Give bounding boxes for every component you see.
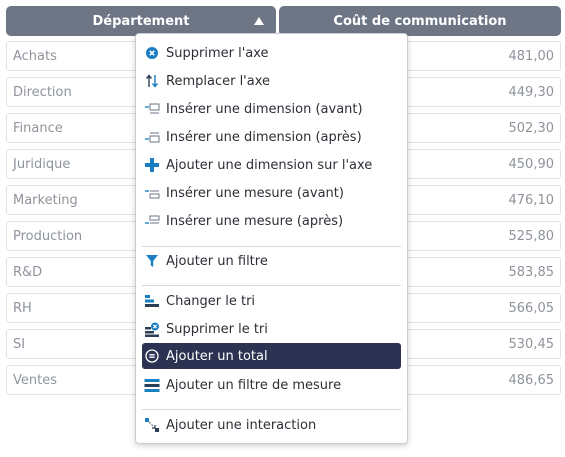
- menu-item-label: Changer le tri: [166, 293, 256, 309]
- plus-icon: [144, 157, 160, 173]
- menu-item-label: Ajouter un filtre: [166, 253, 268, 269]
- insert-after-icon: [144, 129, 160, 145]
- header-cost-label: Coût de communication: [333, 13, 507, 29]
- menu-item-add-total[interactable]: Ajouter un total: [142, 343, 401, 369]
- total-icon: [144, 348, 160, 364]
- menu-item-label: Supprimer le tri: [166, 321, 268, 337]
- menu-separator: [142, 246, 401, 247]
- swap-vertical-icon: [144, 73, 160, 89]
- menu-item-label: Ajouter une interaction: [166, 417, 317, 433]
- menu-item-add-filter[interactable]: Ajouter un filtre: [142, 248, 401, 274]
- menu-item-label: Ajouter un total: [166, 348, 268, 364]
- menu-item-change-sort[interactable]: Changer le tri: [142, 288, 401, 314]
- sort-icon: [144, 293, 160, 309]
- menu-item-insert-measure-before[interactable]: Insérer une mesure (avant): [142, 180, 401, 206]
- menu-item-label: Remplacer l'axe: [166, 73, 271, 89]
- menu-item-label: Supprimer l'axe: [166, 45, 269, 61]
- context-menu: Supprimer l'axe Remplacer l'axe Insérer …: [135, 33, 408, 444]
- menu-item-label: Insérer une dimension (avant): [166, 101, 363, 117]
- menu-item-label: Ajouter un filtre de mesure: [166, 377, 342, 393]
- menu-item-insert-dimension-after[interactable]: Insérer une dimension (après): [142, 124, 401, 150]
- menu-item-add-dimension-on-axis[interactable]: Ajouter une dimension sur l'axe: [142, 152, 401, 178]
- insert-after-icon: [144, 213, 160, 229]
- menu-item-insert-dimension-before[interactable]: Insérer une dimension (avant): [142, 96, 401, 122]
- insert-before-icon: [144, 101, 160, 117]
- interaction-icon: [144, 417, 160, 433]
- insert-before-icon: [144, 185, 160, 201]
- menu-item-add-interaction[interactable]: Ajouter une interaction: [142, 412, 401, 438]
- menu-item-label: Ajouter une dimension sur l'axe: [166, 157, 373, 173]
- header-cost[interactable]: Coût de communication: [279, 6, 561, 36]
- filter-icon: [144, 253, 160, 269]
- remove-sort-icon: [144, 321, 160, 337]
- menu-item-remove-axis[interactable]: Supprimer l'axe: [142, 40, 401, 66]
- sort-ascending-icon[interactable]: [254, 17, 264, 25]
- menu-item-remove-sort[interactable]: Supprimer le tri: [142, 316, 401, 342]
- menu-item-label: Insérer une mesure (après): [166, 213, 344, 229]
- menu-separator: [142, 409, 401, 410]
- menu-item-label: Insérer une mesure (avant): [166, 185, 344, 201]
- menu-item-label: Insérer une dimension (après): [166, 129, 362, 145]
- menu-item-replace-axis[interactable]: Remplacer l'axe: [142, 68, 401, 94]
- menu-item-insert-measure-after[interactable]: Insérer une mesure (après): [142, 208, 401, 234]
- header-department[interactable]: Département: [6, 6, 276, 36]
- header-department-label: Département: [92, 13, 190, 29]
- menu-item-add-measure-filter[interactable]: Ajouter un filtre de mesure: [142, 372, 401, 398]
- remove-circle-icon: [144, 45, 160, 61]
- measure-filter-icon: [144, 377, 160, 393]
- menu-separator: [142, 285, 401, 286]
